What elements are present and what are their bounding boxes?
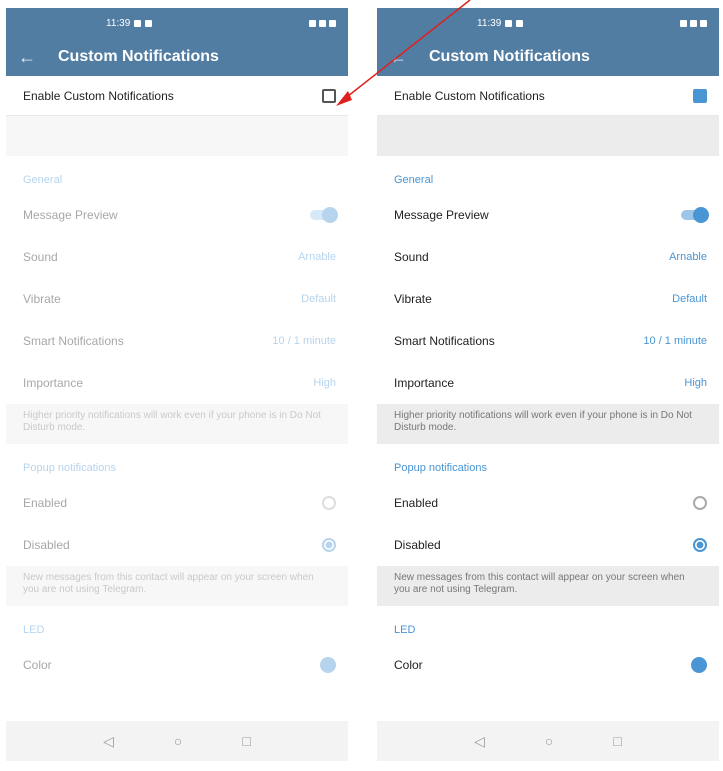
annotation-arrow: [336, 0, 471, 106]
annotation-arrow-line: [342, 0, 471, 101]
annotation-arrow-head: [336, 91, 352, 106]
